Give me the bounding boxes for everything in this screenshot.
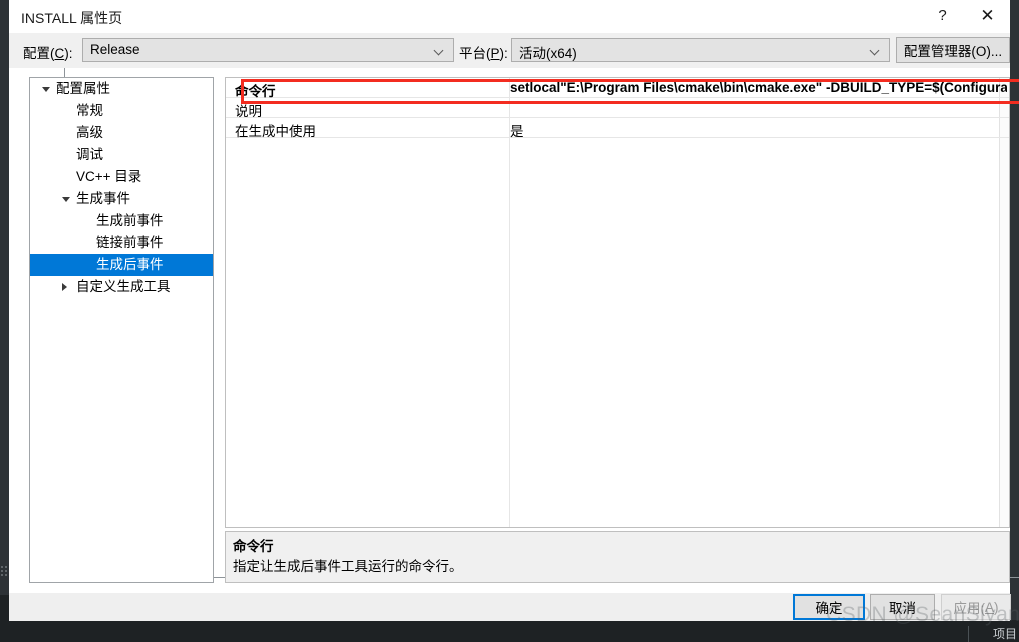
window-title: INSTALL 属性页 xyxy=(21,10,123,26)
tree-item-label: 生成前事件 xyxy=(96,213,164,229)
property-value[interactable]: setlocal"E:\Program Files\cmake\bin\cmak… xyxy=(510,80,1007,95)
ide-splitter-dots xyxy=(1,566,8,576)
platform-label-accesskey: P xyxy=(490,46,500,61)
tree-item[interactable]: 自定义生成工具 xyxy=(30,276,213,298)
grid-column-divider[interactable] xyxy=(509,78,510,527)
property-row[interactable]: 说明 xyxy=(226,98,1009,119)
configuration-label: 配置(C): xyxy=(23,42,73,62)
property-name: 在生成中使用 xyxy=(235,124,316,139)
tree-item[interactable]: 生成前事件 xyxy=(30,210,213,232)
platform-label: 平台(P): xyxy=(459,42,508,62)
tree-item-label: 调试 xyxy=(76,147,103,163)
tree-item-label: 生成事件 xyxy=(76,191,130,207)
property-row[interactable]: 命令行 setlocal"E:\Program Files\cmake\bin\c… xyxy=(226,78,1009,99)
property-name: 说明 xyxy=(235,104,262,119)
configuration-label-pre: 配置( xyxy=(23,46,55,61)
triangle-down-icon[interactable] xyxy=(42,87,50,92)
close-button[interactable]: ✕ xyxy=(965,0,1010,31)
ide-background-tab-label: 项目 xyxy=(992,627,1017,641)
close-icon: ✕ xyxy=(980,6,995,25)
question-mark-icon: ? xyxy=(938,7,947,24)
grid-vertical-scrollbar[interactable] xyxy=(999,78,1009,527)
tree-item-label: 链接前事件 xyxy=(96,235,164,251)
configuration-select[interactable]: Release xyxy=(82,38,454,62)
apply-label-post: ) xyxy=(994,599,999,615)
title-bar: INSTALL 属性页 ? ✕ xyxy=(9,0,1010,33)
description-pane: 命令行 指定让生成后事件工具运行的命令行。 xyxy=(225,531,1010,583)
tree-item[interactable]: 生成后事件 xyxy=(30,254,213,276)
apply-button[interactable]: 应用(A) xyxy=(941,594,1011,620)
configuration-label-post: ): xyxy=(64,46,73,61)
tree-item-label: 常规 xyxy=(76,103,103,119)
tree-item[interactable]: 生成事件 xyxy=(30,188,213,210)
description-text: 指定让生成后事件工具运行的命令行。 xyxy=(233,559,463,574)
apply-label-pre: 应用( xyxy=(953,601,985,616)
chevron-down-icon xyxy=(871,47,880,53)
property-grid[interactable]: 命令行 setlocal"E:\Program Files\cmake\bin\c… xyxy=(225,77,1010,528)
tree-item-label: 配置属性 xyxy=(56,81,110,97)
platform-select[interactable]: 活动(x64) xyxy=(511,38,890,62)
ide-left-strip xyxy=(0,0,9,642)
property-pages-dialog: INSTALL 属性页 ? ✕ 配置(C): Release 平台(P): 活动… xyxy=(9,0,1019,621)
chevron-down-icon xyxy=(435,47,444,53)
platform-label-pre: 平台( xyxy=(459,46,491,61)
tree-item-label: 生成后事件 xyxy=(96,257,164,273)
tree-item-label: 自定义生成工具 xyxy=(76,279,171,295)
description-title: 命令行 xyxy=(233,539,274,554)
tree-item[interactable]: 链接前事件 xyxy=(30,232,213,254)
triangle-right-icon[interactable] xyxy=(62,283,67,291)
cancel-button[interactable]: 取消 xyxy=(870,594,935,620)
tree-item[interactable]: VC++ 目录 xyxy=(30,166,213,188)
tree-item-label: VC++ 目录 xyxy=(76,169,142,185)
ide-right-strip xyxy=(1010,0,1019,642)
property-row[interactable]: 在生成中使用 是 xyxy=(226,118,1009,140)
tree-item[interactable]: 配置属性 xyxy=(30,78,213,100)
configuration-manager-button[interactable]: 配置管理器(O)... xyxy=(896,37,1010,63)
settings-tree[interactable]: 配置属性常规高级调试 VC++ 目录 生成事件生成前事件链接前事件生成后事件自定义生… xyxy=(29,77,214,583)
apply-label-accesskey: A xyxy=(984,599,994,615)
platform-label-post: ): xyxy=(499,46,508,61)
configuration-bar: 配置(C): Release 平台(P): 活动(x64) 配置管理器(O)..… xyxy=(9,33,1010,68)
ide-background-tab[interactable]: 项目 xyxy=(968,626,1019,642)
ok-button[interactable]: 确定 xyxy=(793,594,865,620)
platform-select-value: 活动(x64) xyxy=(519,46,577,61)
tree-item[interactable]: 高级 xyxy=(30,122,213,144)
property-grid-rows: 命令行 setlocal"E:\Program Files\cmake\bin\c… xyxy=(226,78,1009,140)
triangle-down-icon[interactable] xyxy=(62,197,70,202)
configuration-label-accesskey: C xyxy=(54,46,65,61)
help-button[interactable]: ? xyxy=(920,0,965,31)
screen-root: 项目 INSTALL 属性页 ? ✕ 配置(C): Release 平台(P): xyxy=(0,0,1019,642)
configuration-select-value: Release xyxy=(90,42,140,57)
property-value[interactable]: 是 xyxy=(510,120,1007,140)
tree-item-label: 高级 xyxy=(76,125,103,141)
property-name: 命令行 xyxy=(235,84,276,99)
tree-item[interactable]: 调试 xyxy=(30,144,213,166)
dialog-footer: 确定 取消 应用(A) xyxy=(9,593,1011,621)
tree-item[interactable]: 常规 xyxy=(30,100,213,122)
ide-bottom-bar xyxy=(0,620,1019,642)
